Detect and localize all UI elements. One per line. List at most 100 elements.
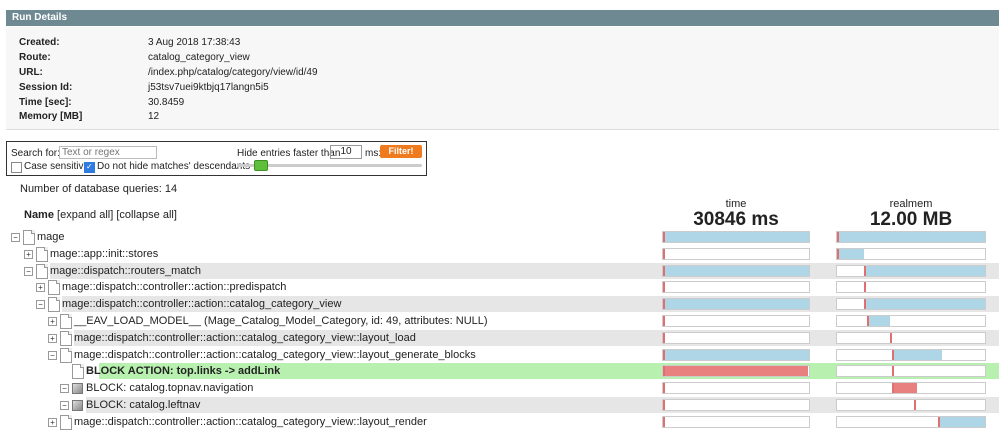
time-bar: [662, 298, 810, 310]
tree-row-label: mage::dispatch::controller::action::cata…: [74, 416, 427, 428]
time-bar: [662, 349, 810, 361]
document-icon: [72, 364, 84, 379]
tree-row[interactable]: + mage::dispatch::controller::action::cat…: [0, 414, 999, 430]
detail-value: catalog_category_view: [148, 52, 250, 63]
case-sensitive-label: Case sensitive: [24, 161, 90, 172]
tree-row[interactable]: − mage::dispatch::controller::action::cat…: [0, 347, 999, 363]
realmem-bar-fill: [866, 316, 891, 326]
expand-toggle-icon[interactable]: +: [48, 317, 57, 326]
time-bar-fill: [663, 366, 808, 376]
tree-header: Name [expand all] [collapse all]: [24, 209, 177, 221]
time-bar-fill: [663, 299, 809, 309]
realmem-bar: [836, 382, 986, 394]
time-bar: [662, 416, 810, 428]
realmem-bar-marker: [863, 282, 866, 292]
realmem-bar-fill: [837, 232, 985, 242]
collapse-toggle-icon[interactable]: −: [48, 351, 57, 360]
collapse-toggle-icon[interactable]: −: [11, 233, 20, 242]
tree-row-label: mage::dispatch::controller::action::cata…: [62, 298, 342, 310]
tree-row[interactable]: BLOCK ACTION: top.links -> addLink: [0, 363, 999, 379]
realmem-bar: [836, 281, 986, 293]
tree-row-label: mage::dispatch::controller::action::cata…: [74, 332, 416, 344]
tree-row-label: mage::app::init::stores: [50, 248, 159, 260]
detail-value: /index.php/catalog/category/view/id/49: [148, 67, 318, 78]
tree-row[interactable]: − BLOCK: catalog.leftnav: [0, 397, 999, 413]
collapse-all-link[interactable]: [collapse all]: [116, 209, 177, 221]
detail-key: URL:: [19, 67, 43, 78]
detail-value: 12: [148, 111, 160, 122]
tree-row-label: __EAV_LOAD_MODEL__ (Mage_Catalog_Model_C…: [74, 315, 488, 327]
realmem-bar: [836, 315, 986, 327]
realmem-bar-marker: [837, 232, 839, 242]
document-icon: [60, 331, 72, 346]
tree-row[interactable]: − mage::dispatch::routers_match: [0, 263, 999, 279]
time-bar-marker: [663, 333, 665, 343]
realmem-bar-fill: [837, 249, 864, 259]
collapse-toggle-icon[interactable]: −: [36, 300, 45, 309]
realmem-bar-marker: [863, 299, 866, 309]
tree-row[interactable]: + mage::dispatch::controller::action::cat…: [0, 330, 999, 346]
time-bar: [662, 382, 810, 394]
realmem-bar-marker: [866, 316, 869, 326]
realmem-bar: [836, 349, 986, 361]
document-icon: [60, 415, 72, 430]
time-bar-fill: [663, 232, 809, 242]
tree-row-label: mage: [37, 231, 65, 243]
realmem-bar: [836, 365, 986, 377]
detail-key: Session Id:: [19, 82, 73, 93]
expand-toggle-icon[interactable]: +: [48, 334, 57, 343]
threshold-slider[interactable]: [237, 160, 422, 171]
realmem-bar-fill: [937, 417, 985, 427]
filter-button[interactable]: Filter!: [380, 145, 422, 158]
time-bar-fill: [663, 350, 809, 360]
collapse-toggle-icon[interactable]: −: [60, 384, 69, 393]
case-sensitive-checkbox[interactable]: [11, 162, 22, 173]
expand-toggle-icon[interactable]: +: [24, 250, 33, 259]
document-icon: [23, 230, 35, 245]
document-icon: [36, 247, 48, 262]
search-input[interactable]: [59, 146, 157, 159]
time-bar-marker: [663, 266, 665, 276]
tree-row[interactable]: + __EAV_LOAD_MODEL__ (Mage_Catalog_Model_…: [0, 313, 999, 329]
threshold-input[interactable]: 10: [330, 145, 362, 159]
time-bar: [662, 248, 810, 260]
detail-key: Time [sec]:: [19, 97, 72, 108]
realmem-bar-marker: [891, 383, 894, 393]
realmem-bar-marker: [891, 350, 894, 360]
block-cube-icon: [72, 400, 83, 411]
time-bar: [662, 315, 810, 327]
tree-row[interactable]: − BLOCK: catalog.topnav.navigation: [0, 380, 999, 396]
realmem-bar: [836, 265, 986, 277]
expand-toggle-icon[interactable]: +: [48, 418, 57, 427]
realmem-bar: [836, 231, 986, 243]
expand-all-link[interactable]: [expand all]: [57, 209, 113, 221]
detail-value: 3 Aug 2018 17:38:43: [148, 37, 241, 48]
detail-value: j53tsv7uei9ktbjq17langn5i5: [148, 82, 269, 93]
tree-row[interactable]: + mage::dispatch::controller::action::pre…: [0, 279, 999, 295]
document-icon: [48, 280, 60, 295]
detail-value: 30.8459: [148, 97, 185, 108]
tree-row-label: mage::dispatch::controller::action::pred…: [62, 281, 287, 293]
realmem-bar: [836, 298, 986, 310]
descendants-label: Do not hide matches' descendants: [97, 161, 251, 172]
time-bar: [662, 332, 810, 344]
tree-row[interactable]: − mage::dispatch::controller::action::cat…: [0, 296, 999, 312]
collapse-toggle-icon[interactable]: −: [60, 401, 69, 410]
realmem-bar-marker: [863, 266, 866, 276]
tree-row[interactable]: − mage: [0, 229, 999, 245]
slider-handle[interactable]: [254, 160, 268, 171]
time-bar-marker: [663, 316, 665, 326]
realmem-bar: [836, 332, 986, 344]
tree-row[interactable]: + mage::app::init::stores: [0, 246, 999, 262]
time-bar-marker: [663, 232, 665, 242]
document-icon: [48, 297, 60, 312]
run-details-title: Run Details: [12, 12, 68, 23]
block-cube-icon: [72, 383, 83, 394]
document-icon: [60, 314, 72, 329]
document-icon: [60, 348, 72, 363]
descendants-checkbox[interactable]: [84, 162, 95, 173]
name-column-title: Name: [24, 209, 54, 221]
collapse-toggle-icon[interactable]: −: [24, 267, 33, 276]
realmem-bar-marker: [937, 417, 940, 427]
expand-toggle-icon[interactable]: +: [36, 283, 45, 292]
